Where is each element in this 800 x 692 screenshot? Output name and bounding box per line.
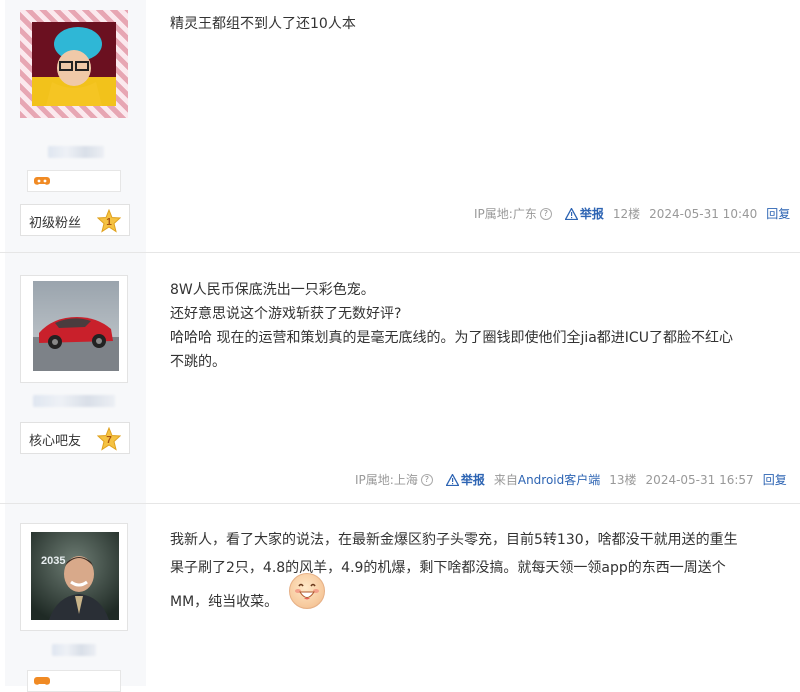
post-13: 核心吧友 7 8W人民币保底洗出一只彩色宠。 还好意思说这个游戏斩获了无数好评?… — [0, 253, 800, 503]
level-star-icon: 7 — [97, 427, 121, 451]
fan-badge[interactable] — [27, 670, 121, 692]
post-content: 我新人，看了大家的说法，在最新金爆区豹子头零充，目前5转130，啥都没干就用送的… — [170, 526, 738, 616]
content-line: 果子刷了2只，4.8的风羊，4.9的机爆，剩下啥都没搞。就每天领一领app的东西… — [170, 560, 726, 576]
source-prefix: 来自 — [493, 473, 518, 487]
reply-button[interactable]: 回复 — [766, 205, 790, 222]
content-line: 不跳的。 — [170, 354, 226, 370]
fan-badge[interactable] — [27, 170, 121, 192]
post-content: 精灵王都组不到人了还10人本 — [170, 12, 356, 36]
ip-location: IP属地:上海 — [355, 473, 418, 487]
help-icon[interactable]: ? — [539, 207, 552, 220]
report-button[interactable]: 举报 — [445, 471, 485, 488]
post-12: 初级粉丝 1 精灵王都组不到人了还10人本 IP属地:广东 ? 举报 12楼 2… — [0, 0, 800, 252]
content-line: 我新人，看了大家的说法，在最新金爆区豹子头零充，目前5转130，啥都没干就用送的… — [170, 532, 738, 548]
floor-number: 13楼 — [609, 473, 637, 487]
username-blurred[interactable] — [48, 146, 104, 158]
level-badge[interactable]: 初级粉丝 1 — [20, 204, 130, 236]
username-blurred[interactable] — [52, 644, 96, 656]
grin-emoji-icon — [289, 573, 325, 609]
post-meta: IP属地:广东 ? 举报 12楼 2024-05-31 10:40 回复 — [474, 205, 790, 222]
warning-icon — [564, 207, 578, 220]
avatar-text: 2035 — [41, 555, 65, 567]
post-time: 2024-05-31 16:57 — [645, 472, 754, 487]
level-number: 7 — [106, 435, 112, 446]
report-button[interactable]: 举报 — [564, 205, 604, 222]
content-line: 精灵王都组不到人了还10人本 — [170, 16, 356, 32]
avatar[interactable] — [20, 275, 128, 383]
post-content: 8W人民币保底洗出一只彩色宠。 还好意思说这个游戏斩获了无数好评? 哈哈哈 现在… — [170, 278, 733, 374]
level-label: 初级粉丝 — [29, 216, 82, 231]
reply-button[interactable]: 回复 — [763, 471, 787, 488]
help-icon[interactable]: ? — [420, 473, 433, 486]
ip-location: IP属地:广东 — [474, 207, 537, 221]
level-star-icon: 1 — [97, 209, 121, 233]
avatar[interactable]: 2035 — [20, 523, 128, 631]
content-line: MM，纯当收菜。 — [170, 588, 738, 616]
content-line: 还好意思说这个游戏斩获了无数好评? — [170, 306, 402, 322]
android-client-link[interactable]: Android客户端 — [518, 471, 600, 488]
post-14: 2035 我新人，看了大家的说法，在最新金爆区豹子头零充，目前5转130，啥都没… — [0, 504, 800, 692]
warning-icon — [445, 473, 459, 486]
content-line-text: MM，纯当收菜。 — [170, 594, 279, 610]
content-line: 哈哈哈 现在的运营和策划真的是毫无底线的。为了圈钱即使他们全jia都进ICU了都… — [170, 330, 733, 346]
gamepad-icon — [34, 677, 50, 685]
level-number: 1 — [106, 217, 112, 228]
content-line: 8W人民币保底洗出一只彩色宠。 — [170, 282, 375, 298]
avatar[interactable] — [20, 10, 128, 118]
floor-number: 12楼 — [612, 207, 641, 221]
post-meta: IP属地:上海 ? 举报 来自 Android客户端 13楼 2024-05-3… — [355, 471, 787, 488]
gamepad-icon — [34, 177, 50, 185]
username-blurred[interactable] — [33, 395, 115, 407]
level-label: 核心吧友 — [29, 434, 82, 449]
level-badge[interactable]: 核心吧友 7 — [20, 422, 130, 454]
post-time: 2024-05-31 10:40 — [649, 206, 758, 221]
